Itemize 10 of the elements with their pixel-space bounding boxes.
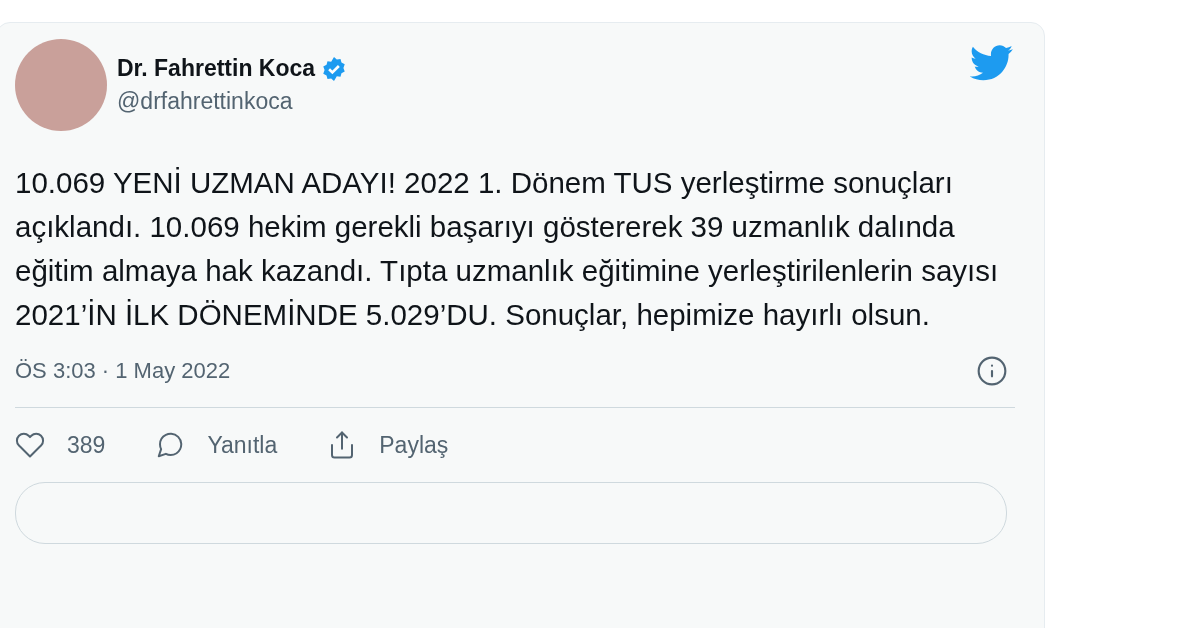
heart-icon xyxy=(15,430,45,460)
author-name: Dr. Fahrettin Koca xyxy=(117,55,316,82)
author-handle: @drfahrettinkoca xyxy=(117,88,294,115)
share-button[interactable]: Paylaş xyxy=(327,430,449,460)
reply-button[interactable]: Yanıtla xyxy=(155,430,278,460)
tweet-text: 10.069 YENİ UZMAN ADAYI! 2022 1. Dönem TUS yerleştirme sonuçları açıklandı. 10.069 hekim gerekli başarıyı göstererek 39 uzmanlık dalında eğitim almaya hak kazandı. Tıpta uzmanlık eğitimine yerleştirilenlerin sayısı 2021’İN İLK DÖNEMİNDE 5.029’DU. Sonuçlar, hepimize hayırlı olsun. xyxy=(15,165,1000,333)
timestamp: ÖS 3:03 · 1 May 2022 xyxy=(15,358,231,384)
info-icon[interactable] xyxy=(976,355,1008,387)
like-button[interactable]: 389 xyxy=(15,430,106,460)
bird-logo-icon xyxy=(970,45,1014,81)
